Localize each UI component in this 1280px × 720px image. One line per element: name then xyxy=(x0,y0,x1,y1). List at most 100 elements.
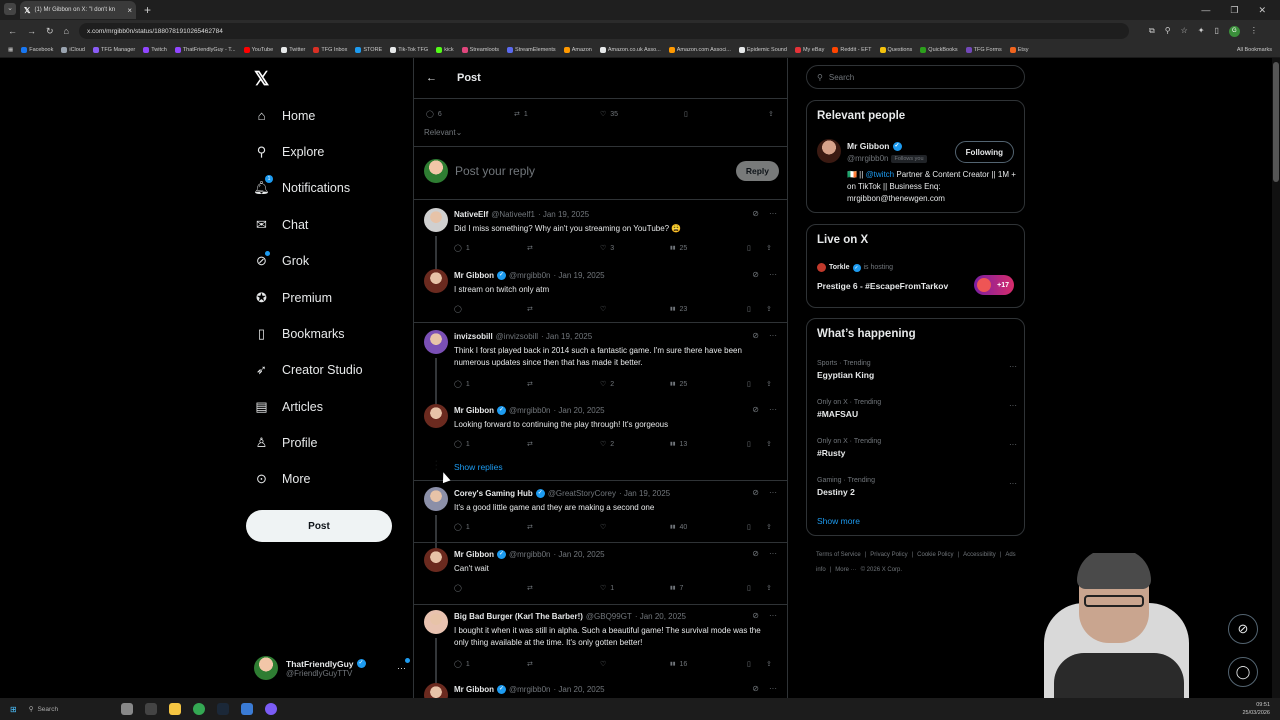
avatar[interactable] xyxy=(424,208,448,232)
grok-icon[interactable]: ⊘ xyxy=(752,611,759,620)
avatar[interactable] xyxy=(424,548,448,572)
bookmark-action[interactable]: ▯ xyxy=(747,523,766,531)
live-title[interactable]: Prestige 6 - #EscapeFromTarkov xyxy=(817,281,948,291)
relevant-name-row[interactable]: Mr Gibbon ✓ xyxy=(847,141,902,151)
repost-action[interactable]: ⇄ xyxy=(527,380,600,388)
reply-input[interactable]: Post your reply xyxy=(455,164,535,178)
reply-action[interactable]: ◯ 6 xyxy=(426,110,514,119)
nav-item-profile[interactable]: ♙ Profile xyxy=(254,435,318,450)
reply-action[interactable]: ◯ 1 xyxy=(454,244,527,253)
start-icon[interactable]: ⊞ xyxy=(10,705,17,714)
tweet-date[interactable]: · Jan 19, 2025 xyxy=(553,271,604,280)
app-icon[interactable] xyxy=(264,703,277,715)
like-action[interactable]: ♡ 3 xyxy=(600,244,670,253)
author-name[interactable]: Mr Gibbon xyxy=(454,271,494,280)
reply-action[interactable]: ◯ xyxy=(454,584,527,592)
tab-search-icon[interactable]: ⌄ xyxy=(4,3,16,15)
home-browser-icon[interactable]: ⌂ xyxy=(64,26,69,36)
views-action[interactable]: ▮▮ 7 xyxy=(670,585,747,592)
bookmark-action[interactable]: ▯ xyxy=(747,244,766,252)
repost-action[interactable]: ⇄ xyxy=(527,523,600,531)
all-bookmarks-link[interactable]: All Bookmarks xyxy=(1237,47,1280,53)
task-view-icon[interactable] xyxy=(120,703,133,715)
views-action[interactable]: ▮▮ 13 xyxy=(670,441,747,448)
trend-item[interactable]: Sports · Trending Egyptian King ··· xyxy=(817,360,1017,380)
new-tab-icon[interactable]: + xyxy=(144,3,151,17)
post-button[interactable]: Post xyxy=(246,510,392,542)
nav-item-chat[interactable]: ✉ Chat xyxy=(254,217,308,232)
share-action[interactable]: ⇪ xyxy=(768,110,774,118)
bookmark-item[interactable]: TFG Inbox xyxy=(313,46,347,53)
views-action[interactable]: ▮▮ 40 xyxy=(670,524,747,531)
bookmark-item[interactable]: Questions xyxy=(879,46,912,53)
avatar[interactable] xyxy=(424,487,448,511)
close-window-icon[interactable]: ✕ xyxy=(1258,5,1266,16)
author-handle[interactable]: @GreatStoryCorey xyxy=(548,489,616,498)
reply-action[interactable]: ◯ 1 xyxy=(454,440,527,449)
views-action[interactable]: ▮▮ 25 xyxy=(670,245,747,252)
tweet-date[interactable]: · Jan 20, 2025 xyxy=(635,612,686,621)
footer-link[interactable]: Cookie Policy xyxy=(917,552,953,558)
bookmark-item[interactable]: Tik-Tok TFG xyxy=(390,46,428,53)
system-clock[interactable]: 09:51 25/03/2026 xyxy=(1242,701,1280,717)
trend-item[interactable]: Gaming · Trending Destiny 2 ··· xyxy=(817,477,1017,497)
views-action[interactable]: ▮▮ 25 xyxy=(670,381,747,388)
nav-item-articles[interactable]: ▤ Articles xyxy=(254,399,323,414)
author-handle[interactable]: @mrgibb0n xyxy=(509,550,550,559)
more-icon[interactable]: ··· xyxy=(769,405,777,414)
bookmark-item[interactable]: ThatFriendlyGuy - T... xyxy=(174,46,236,53)
author-name[interactable]: Corey's Gaming Hub xyxy=(454,489,533,498)
minimize-icon[interactable]: — xyxy=(1201,5,1210,16)
share-action[interactable]: ⇪ xyxy=(766,523,772,531)
bookmark-item[interactable]: iCloud xyxy=(61,46,85,53)
repost-action[interactable]: ⇄ 1 xyxy=(514,110,600,119)
more-icon[interactable]: ··· xyxy=(769,611,777,620)
grok-icon[interactable]: ⊘ xyxy=(752,684,759,693)
zoom-icon[interactable]: ⚲ xyxy=(1165,26,1171,37)
like-action[interactable]: ♡ 2 xyxy=(600,380,670,389)
bookmark-action[interactable]: ▯ xyxy=(747,305,766,313)
live-listeners-pill[interactable]: +17 xyxy=(974,275,1014,295)
chrome-icon[interactable] xyxy=(192,703,205,715)
avatar[interactable] xyxy=(424,330,448,354)
like-action[interactable]: ♡ 1 xyxy=(600,584,670,593)
footer-link[interactable]: Privacy Policy xyxy=(870,552,907,558)
nav-item-home[interactable]: ⌂ Home xyxy=(254,108,316,123)
avatar[interactable] xyxy=(424,269,448,293)
footer-link[interactable]: © 2026 X Corp. xyxy=(861,567,902,573)
avatar[interactable] xyxy=(424,404,448,428)
nav-item-explore[interactable]: ⚲ Explore xyxy=(254,144,325,159)
reply-button[interactable]: Reply xyxy=(735,161,779,181)
author-name[interactable]: Big Bad Burger (Karl The Barber!) xyxy=(454,612,583,621)
extensions-icon[interactable]: ✦ xyxy=(1198,26,1205,37)
like-action[interactable]: ♡ 2 xyxy=(600,440,670,449)
profile-avatar-icon[interactable]: G xyxy=(1228,25,1240,37)
bookmark-item[interactable]: My eBay xyxy=(794,46,824,53)
share-action[interactable]: ⇪ xyxy=(766,584,772,592)
bookmark-item[interactable]: Epidemic Sound xyxy=(738,46,787,53)
nav-item-grok[interactable]: ⊘ Grok xyxy=(254,251,309,268)
tweet-date[interactable]: · Jan 19, 2025 xyxy=(541,332,592,341)
grok-icon[interactable]: ⊘ xyxy=(752,549,759,558)
tweet-date[interactable]: · Jan 20, 2025 xyxy=(553,406,604,415)
sort-dropdown[interactable]: Relevant⌄ xyxy=(424,128,462,137)
bookmark-item[interactable]: TFG Manager xyxy=(92,46,135,53)
repost-action[interactable]: ⇄ xyxy=(527,305,600,313)
reply-action[interactable]: ◯ 1 xyxy=(454,380,527,389)
author-name[interactable]: Mr Gibbon xyxy=(454,550,494,559)
nav-item-premium[interactable]: ✪ Premium xyxy=(254,290,332,305)
grok-icon[interactable]: ⊘ xyxy=(752,209,759,218)
grok-icon[interactable]: ⊘ xyxy=(752,488,759,497)
bookmark-action[interactable]: ▯ xyxy=(747,380,766,388)
x-logo-icon[interactable]: 𝕏 xyxy=(254,68,269,91)
author-name[interactable]: Mr Gibbon xyxy=(454,406,494,415)
author-name[interactable]: NativeElf xyxy=(454,210,488,219)
widgets-icon[interactable] xyxy=(144,703,157,715)
reply-action[interactable]: ◯ 1 xyxy=(454,660,527,669)
share-action[interactable]: ⇪ xyxy=(766,380,772,388)
more-icon[interactable]: ··· xyxy=(769,549,777,558)
trend-more-icon[interactable]: ··· xyxy=(1009,440,1017,449)
account-more-icon[interactable]: ··· xyxy=(397,658,410,673)
star-icon[interactable]: ☆ xyxy=(1181,26,1188,37)
more-icon[interactable]: ··· xyxy=(769,488,777,497)
